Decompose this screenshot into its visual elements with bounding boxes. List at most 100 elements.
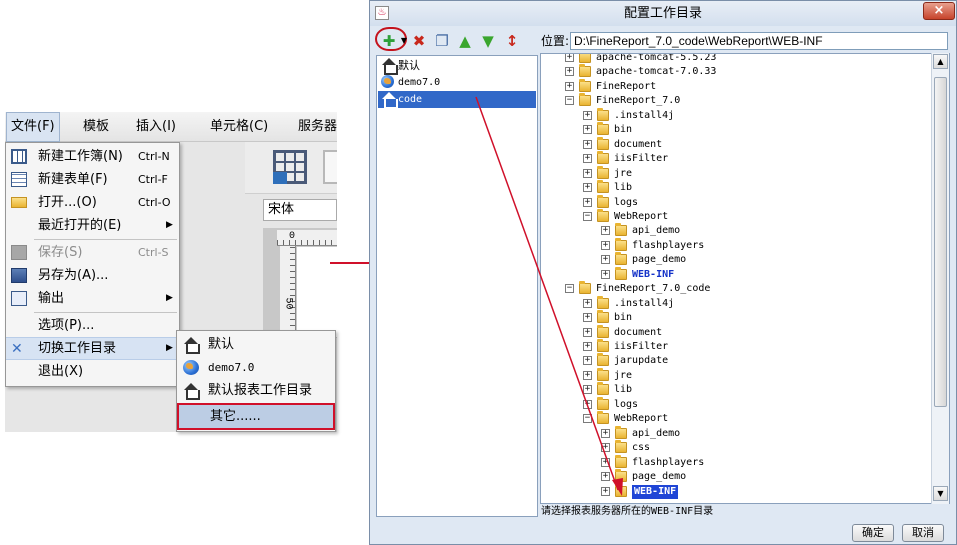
expand-icon[interactable]: + — [583, 125, 592, 135]
expand-icon[interactable]: + — [601, 457, 610, 467]
collapse-icon[interactable]: − — [583, 414, 592, 424]
folder-icon — [597, 122, 609, 136]
scroll-up-icon[interactable]: ▲ — [933, 54, 948, 69]
expand-icon[interactable]: + — [583, 139, 592, 149]
menu-cell[interactable]: 单元格(C) — [206, 112, 272, 142]
folder-icon — [597, 324, 609, 338]
folder-icon — [597, 194, 609, 208]
expand-icon[interactable]: + — [583, 356, 592, 366]
copy-icon[interactable]: ❐ — [433, 31, 451, 51]
expand-icon[interactable]: + — [583, 197, 592, 207]
expand-icon[interactable]: + — [601, 443, 610, 453]
tree-node-label: jre — [614, 369, 633, 381]
cell-grid-icon[interactable] — [273, 150, 307, 184]
expand-icon[interactable]: + — [583, 110, 592, 120]
tree-node-label: FineReport — [596, 80, 657, 92]
submenu-item-default[interactable]: 默认 — [177, 333, 335, 356]
expand-icon[interactable]: + — [601, 255, 610, 265]
folder-icon — [579, 93, 591, 107]
folder-icon — [615, 469, 627, 483]
expand-icon[interactable]: + — [565, 54, 574, 62]
collapse-icon[interactable]: − — [583, 211, 592, 221]
toolbar-next-button[interactable] — [323, 150, 337, 184]
tree-node-label: apache-tomcat-5.5.23 — [596, 53, 717, 63]
folder-icon — [597, 310, 609, 324]
expand-icon[interactable]: + — [583, 168, 592, 178]
expand-icon[interactable]: + — [583, 154, 592, 164]
move-up-icon[interactable]: ▲ — [456, 31, 474, 51]
close-button[interactable]: × — [923, 2, 955, 20]
folder-icon — [597, 107, 609, 121]
menu-item-save: 保存(S) Ctrl-S — [6, 241, 179, 264]
tree-node-label: page_demo — [632, 254, 687, 266]
tree-node-label: api_demo — [632, 427, 681, 439]
tree-node-label: iisFilter — [614, 341, 669, 352]
sort-icon[interactable]: ↕ — [503, 31, 521, 51]
dialog-titlebar[interactable]: ♨ 配置工作目录 × — [370, 1, 956, 26]
menu-item-switch-workdir[interactable]: ✕ 切换工作目录 ▶ — [6, 337, 179, 360]
list-item-default[interactable]: 默认 — [378, 57, 536, 75]
menu-item-options[interactable]: 选项(P)... — [6, 314, 179, 337]
tree-node-label: flashplayers — [632, 456, 705, 468]
expand-icon[interactable]: + — [565, 67, 574, 77]
tree-node-label: bin — [614, 124, 633, 136]
expand-icon[interactable]: + — [583, 313, 592, 323]
expand-icon[interactable]: + — [583, 298, 592, 308]
menu-item-new-form[interactable]: 新建表单(F) Ctrl-F — [6, 168, 179, 191]
expand-icon[interactable]: + — [601, 240, 610, 250]
menu-item-export[interactable]: 输出 ▶ — [6, 287, 179, 310]
list-item-demo[interactable]: demo7.0 — [378, 74, 536, 91]
expand-icon[interactable]: + — [583, 327, 592, 337]
folder-icon — [597, 151, 609, 165]
font-family-combo[interactable]: 宋体 — [263, 199, 337, 221]
tree-node-label: api_demo — [632, 225, 681, 237]
expand-icon[interactable]: + — [583, 342, 592, 351]
submenu-item-default-report-dir[interactable]: 默认报表工作目录 — [177, 379, 335, 402]
menu-item-recent[interactable]: 最近打开的(E) ▶ — [6, 214, 179, 237]
folder-icon — [615, 237, 627, 251]
menu-template[interactable]: 模板 — [79, 112, 113, 142]
menu-item-save-as[interactable]: 另存为(A)... — [6, 264, 179, 287]
save-icon — [11, 245, 27, 260]
folder-icon — [615, 223, 627, 237]
collapse-icon[interactable]: − — [565, 96, 574, 106]
expand-icon[interactable]: + — [583, 183, 592, 193]
delete-icon[interactable]: ✖ — [410, 31, 428, 51]
expand-icon[interactable]: + — [601, 472, 610, 482]
expand-icon[interactable]: + — [601, 428, 610, 438]
expand-icon[interactable]: + — [583, 399, 592, 409]
submenu-item-demo[interactable]: demo7.0 — [177, 356, 335, 379]
expand-icon[interactable]: + — [583, 385, 592, 395]
folder-icon — [597, 180, 609, 194]
expand-icon[interactable]: + — [565, 81, 574, 91]
menu-item-open[interactable]: 打开...(O) Ctrl-O — [6, 191, 179, 214]
expand-icon[interactable]: + — [601, 226, 610, 236]
folder-icon — [615, 252, 627, 266]
home-icon — [381, 58, 398, 75]
tree-node-label: WebReport — [614, 413, 669, 425]
folder-icon — [597, 165, 609, 179]
expand-icon[interactable]: + — [583, 370, 592, 380]
tree-scrollbar[interactable]: ▲ ▼ — [931, 53, 949, 504]
menu-separator — [34, 312, 177, 313]
move-down-icon[interactable]: ▼ — [479, 31, 497, 51]
submenu-item-other[interactable]: 其它...... — [177, 403, 335, 430]
menu-server[interactable]: 服务器 — [294, 112, 341, 142]
tree-node-label: .install4j — [614, 297, 675, 309]
list-item-code[interactable]: code — [378, 91, 536, 109]
menu-item-exit[interactable]: 退出(X) — [6, 360, 179, 383]
scrollbar-thumb[interactable] — [934, 77, 947, 407]
expand-icon[interactable]: + — [601, 269, 610, 279]
folder-icon — [579, 281, 591, 295]
expand-icon[interactable]: + — [601, 486, 610, 496]
tree-node-label: apache-tomcat-7.0.33 — [596, 66, 717, 78]
ok-button[interactable]: 确定 — [852, 524, 894, 542]
menu-insert[interactable]: 插入(I) — [132, 112, 180, 142]
collapse-icon[interactable]: − — [565, 284, 574, 294]
location-field[interactable]: D:\FineReport_7.0_code\WebReport\WEB-INF — [570, 32, 948, 50]
menu-file[interactable]: 文件(F) — [6, 112, 60, 142]
cancel-button[interactable]: 取消 — [902, 524, 944, 542]
menu-item-new-workbook[interactable]: 新建工作簿(N) Ctrl-N — [6, 145, 179, 168]
export-icon — [11, 291, 27, 306]
scroll-down-icon[interactable]: ▼ — [933, 486, 948, 501]
